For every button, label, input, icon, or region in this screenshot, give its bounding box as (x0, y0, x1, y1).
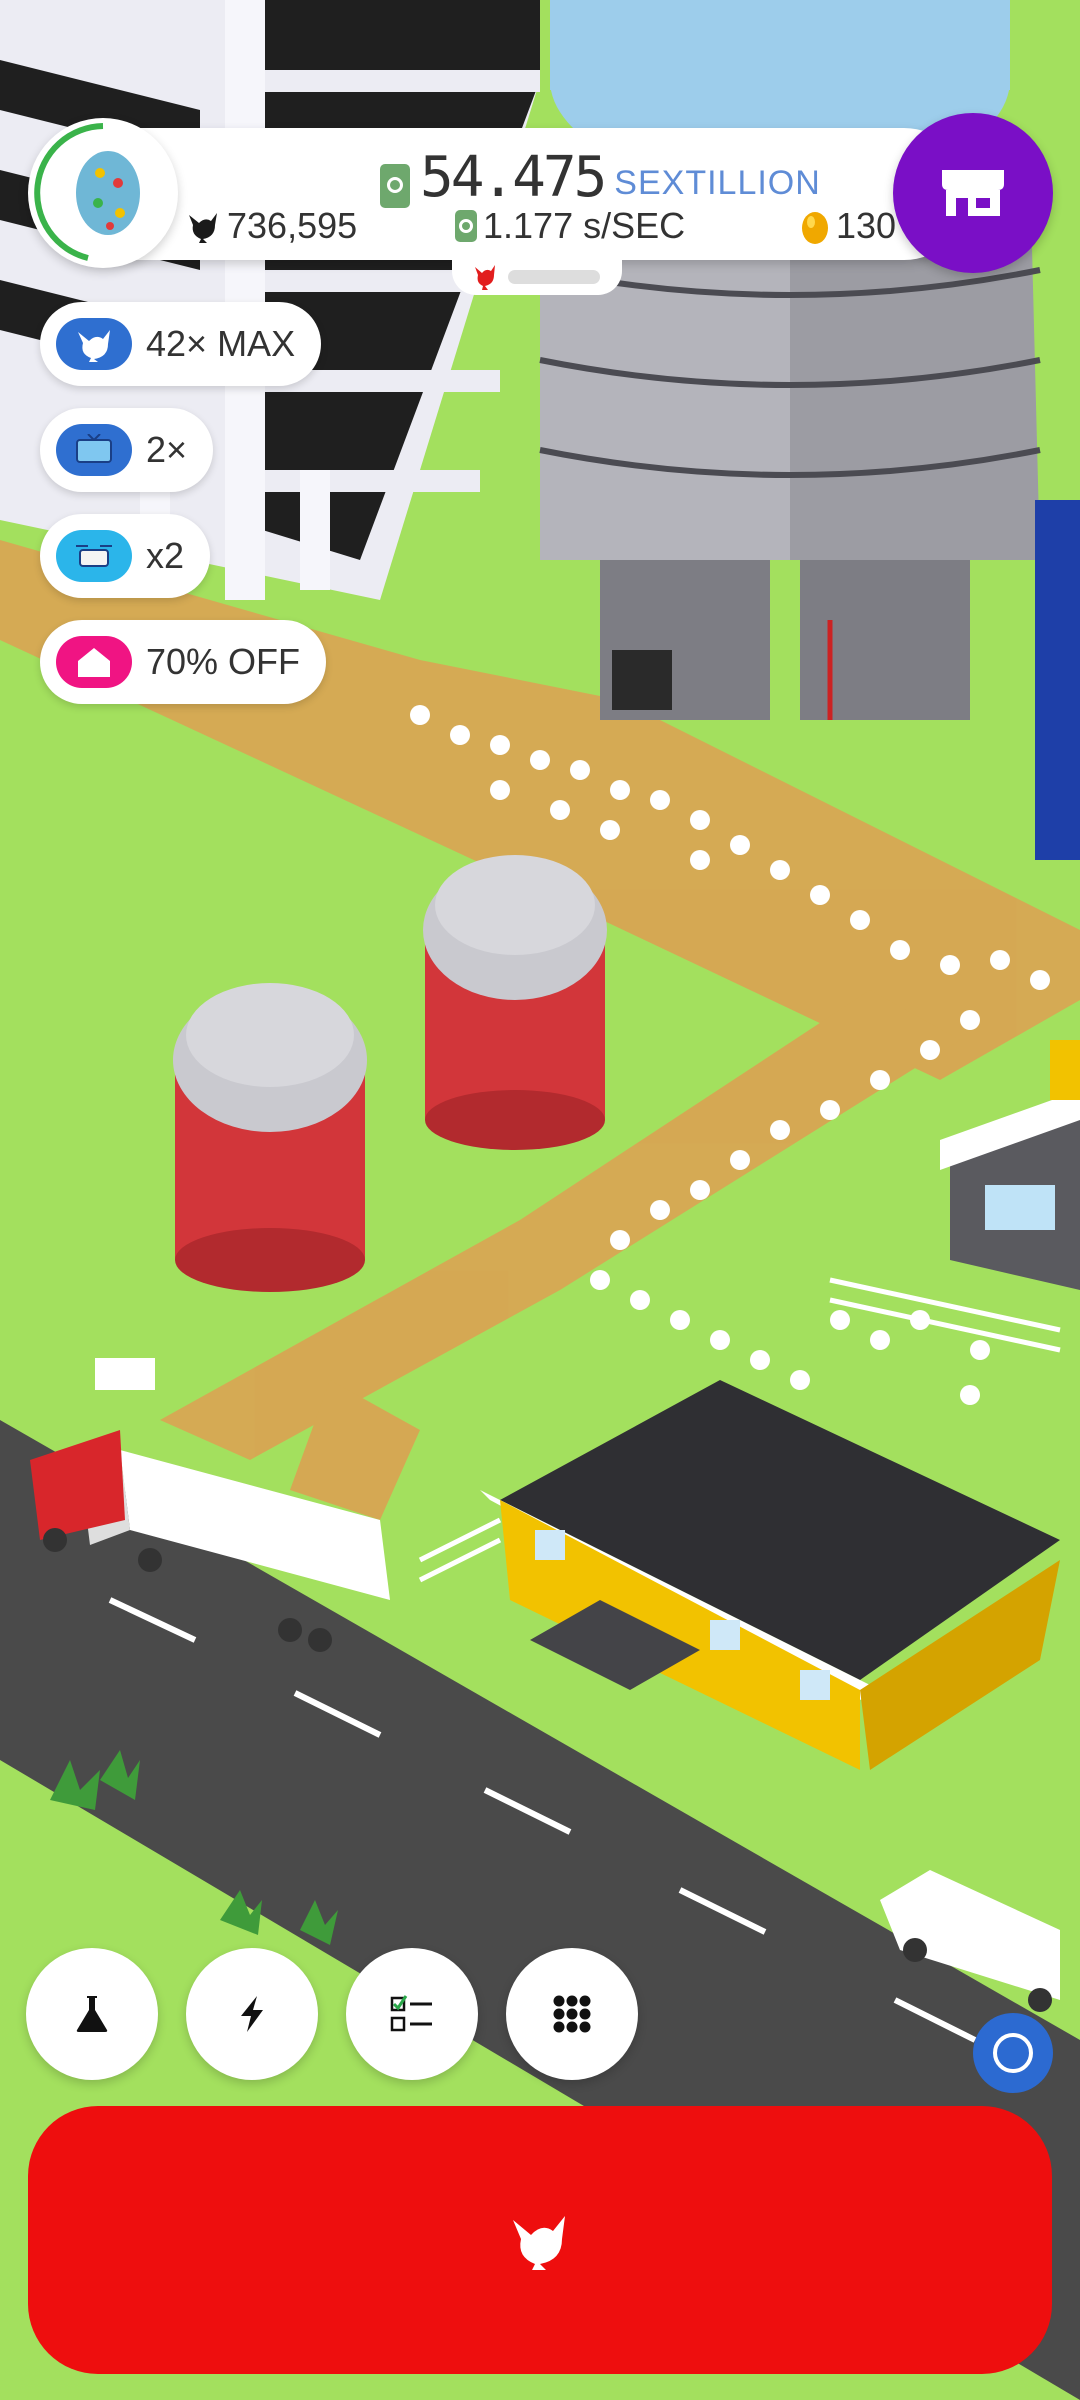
hatch-chicken-button[interactable] (28, 2106, 1052, 2374)
tv-icon (56, 424, 132, 476)
checklist-icon (390, 1995, 432, 2032)
drone-icon (56, 530, 132, 582)
chicken-count-display: 736,595 (185, 205, 357, 247)
money-unit: SEXTILLION (614, 164, 821, 202)
chicken-silhouette-icon (189, 213, 217, 243)
red-silo-2 (173, 983, 367, 1292)
menu-button[interactable] (506, 1948, 638, 2080)
egg-level-badge[interactable] (28, 118, 178, 268)
boost-label: 70% OFF (146, 641, 301, 682)
cash-icon (455, 210, 477, 242)
home-icon (56, 636, 132, 688)
boost-label: 42× MAX (146, 323, 296, 364)
boost-pill-discount[interactable]: 70% OFF (40, 620, 327, 704)
golden-egg-count: 130 (836, 205, 897, 246)
boost-label: 2× (146, 429, 188, 470)
research-button[interactable] (26, 1948, 158, 2080)
flask-icon (76, 1996, 108, 2032)
boosts-button[interactable] (186, 1948, 318, 2080)
grid-icon (553, 1995, 591, 2033)
red-silo-1 (423, 855, 607, 1150)
income-rate: 1.177 s/SEC (483, 205, 686, 246)
chicken-icon (56, 318, 132, 370)
festive-egg-icon (76, 151, 140, 235)
missions-button[interactable] (346, 1948, 478, 2080)
income-rate-display: 1.177 s/SEC (455, 205, 685, 247)
red-chicken-icon (475, 265, 495, 290)
boost-pill-drone[interactable]: x2 (40, 514, 211, 598)
assistant-button[interactable] (973, 2013, 1053, 2093)
blue-building (1035, 500, 1080, 860)
boost-label: x2 (146, 535, 185, 576)
cash-icon (380, 164, 410, 208)
chicken-count: 736,595 (227, 205, 358, 246)
research-progress-bar (508, 270, 600, 284)
golden-egg-icon (802, 212, 828, 244)
store-icon (942, 170, 1004, 216)
money-value: 54.475 (420, 145, 607, 210)
lightning-icon (241, 1996, 263, 2032)
boost-pill-tv[interactable]: 2× (40, 408, 214, 492)
egg-progress-ring (34, 123, 140, 261)
golden-egg-display: 130 (800, 205, 896, 247)
boost-pill-chicken-max[interactable]: 42× MAX (40, 302, 322, 386)
money-display: 54.475 SEXTILLION (380, 138, 821, 208)
chicken-icon (513, 2216, 565, 2270)
shop-button[interactable] (893, 113, 1053, 273)
ring-icon (993, 2033, 1033, 2073)
